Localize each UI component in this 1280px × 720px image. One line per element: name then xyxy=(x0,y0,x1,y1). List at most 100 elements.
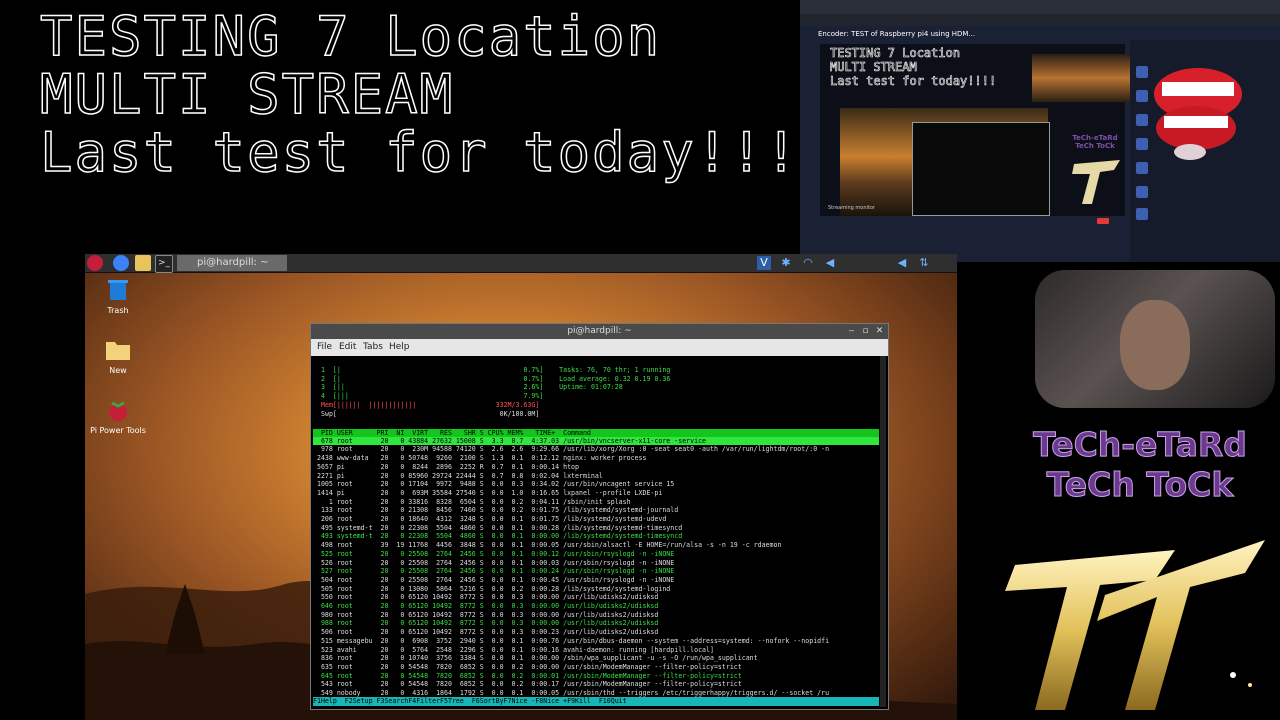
process-row[interactable]: 206 root 20 0 18640 4312 3248 S 0.0 0.1 … xyxy=(313,515,666,524)
process-row[interactable]: 515 messagebu 20 0 6908 3752 2940 S 0.0 … xyxy=(313,637,829,646)
tt-logo-icon xyxy=(1005,540,1265,710)
menu-file[interactable]: File xyxy=(317,342,332,352)
terminal-icon[interactable]: >_ xyxy=(155,255,173,273)
volume-icon[interactable]: ◀ xyxy=(823,256,837,270)
browser-icon[interactable] xyxy=(113,255,129,271)
desktop-icon-label: New xyxy=(109,366,127,375)
encoder-preview-text: TESTING 7 Location MULTI STREAM Last tes… xyxy=(830,46,997,89)
swap-meter: Swp[ 0K/100.0M] xyxy=(321,409,540,418)
process-row[interactable]: 527 root 20 0 25508 2764 2456 S 0.0 0.1 … xyxy=(313,567,674,576)
wifi-icon[interactable]: ◠ xyxy=(801,256,815,270)
vnc-icon[interactable]: V xyxy=(757,256,771,270)
process-row[interactable]: 980 root 20 0 65120 10492 8772 S 0.0 0.3… xyxy=(313,611,658,620)
encoder-logo-icon xyxy=(1072,160,1120,204)
process-row[interactable]: 635 root 20 0 54548 7820 6852 S 0.0 0.2 … xyxy=(313,663,742,672)
terminal-window: pi@hardpill: ~ ‒ ▫ ✕ File Edit Tabs Help… xyxy=(310,323,889,710)
process-row[interactable]: 493 systemd-t 20 0 22308 5504 4860 S 0.0… xyxy=(313,532,682,541)
encoder-panel: Encoder: TEST of Raspberry pi4 using HDM… xyxy=(800,0,1280,262)
chat-item xyxy=(1136,206,1276,224)
close-icon[interactable]: ✕ xyxy=(875,327,884,336)
process-table-header[interactable]: PID USER PRI NI VIRT RES SHR S CPU% MEM%… xyxy=(313,429,879,437)
menu-help[interactable]: Help xyxy=(389,342,410,352)
cpu-meter-2: 2 [| 0.7%] Load average: 0.32 0.19 0.36 xyxy=(321,374,671,383)
process-row[interactable]: 526 root 20 0 25508 2764 2456 S 0.0 0.1 … xyxy=(313,559,674,568)
process-row[interactable]: 498 root 39 19 11768 4456 3848 S 0.0 0.1… xyxy=(313,541,782,550)
headline: TESTING 7 Location MULTI STREAM Last test … xyxy=(39,5,834,184)
brand-title-line1: TeCh-eTaRd xyxy=(1033,425,1248,465)
process-row[interactable]: 2438 www-data 20 0 50748 9260 2100 S 1.3… xyxy=(313,454,647,463)
minimize-icon[interactable]: ‒ xyxy=(847,327,856,336)
bluetooth-icon[interactable]: ✱ xyxy=(779,256,793,270)
headline-line2: MULTI STREAM xyxy=(39,63,455,126)
encoder-brand: TeCh-eTaRd TeCh ToCk xyxy=(1066,134,1124,150)
encoder-stats xyxy=(818,224,1138,258)
terminal-menubar: File Edit Tabs Help xyxy=(311,339,888,356)
htop-output[interactable]: 1 [| 0.7%] Tasks: 76, 70 thr; 1 running … xyxy=(313,356,879,707)
desktop-icon-trash[interactable]: Trash xyxy=(85,278,153,315)
taskbar-task-label: pi@hardpill: ~ xyxy=(197,257,269,268)
browser-url-bar[interactable] xyxy=(800,14,1280,26)
process-row[interactable]: 1414 pi 20 0 693M 35584 27540 S 0.0 1.0 … xyxy=(313,489,662,498)
headline-line1: TESTING 7 Location xyxy=(39,5,662,68)
process-row[interactable]: 523 avahi 20 0 5764 2548 2296 S 0.0 0.1 … xyxy=(313,646,714,655)
terminal-scrollbar[interactable] xyxy=(880,356,886,707)
terminal-titlebar[interactable]: pi@hardpill: ~ ‒ ▫ ✕ xyxy=(311,324,888,339)
process-row[interactable]: 495 systemd-t 20 0 22308 5504 4860 S 0.0… xyxy=(313,524,682,533)
process-row[interactable]: 2271 pi 20 0 85960 29724 22444 S 0.7 0.8… xyxy=(313,472,603,481)
brand-title-line2: TeCh ToCk xyxy=(1046,465,1234,505)
desktop-icon-pi-power-tools[interactable]: Pi Power Tools xyxy=(85,398,153,435)
cpu-meter-1: 1 [| 0.7%] Tasks: 76, 70 thr; 1 running xyxy=(321,366,671,374)
process-row[interactable]: 505 root 20 0 13080 5864 5216 S 0.0 0.2 … xyxy=(313,585,670,594)
process-row[interactable]: 543 root 20 0 54548 7820 6852 S 0.0 0.2 … xyxy=(313,680,742,689)
process-row[interactable]: 1005 root 20 0 17104 9972 9488 S 0.0 0.3… xyxy=(313,480,674,489)
process-row[interactable]: 550 root 20 0 65120 10492 8772 S 0.0 0.3… xyxy=(313,593,658,602)
process-row[interactable]: 1 root 20 0 33816 8328 6504 S 0.0 0.2 0:… xyxy=(313,498,631,507)
mem-meter: Mem[|||||| |||||||||||| 332M/3.63G] xyxy=(321,400,540,409)
webcam-person xyxy=(1120,300,1190,390)
desktop-icon-new[interactable]: New xyxy=(85,338,153,375)
cpu-meter-4: 4 [||| 7.9%] xyxy=(321,392,544,401)
file-manager-icon[interactable] xyxy=(135,255,151,271)
raspberry-icon xyxy=(109,401,127,421)
cpu-meter-3: 3 [|| 2.6%] Uptime: 01:07:28 xyxy=(321,383,623,392)
headline-line3: Last test for today!!!! xyxy=(39,121,834,184)
maximize-icon[interactable]: ▫ xyxy=(861,327,870,336)
streaming-label: Streaming monitor xyxy=(828,205,875,211)
function-key-bar[interactable]: F1Help F2Setup F3SearchF4FilterF5Tree F6… xyxy=(313,697,879,706)
encoder-brand-line1: TeCh-eTaRd xyxy=(1072,134,1118,142)
process-row[interactable]: 836 root 20 0 10740 3756 3384 S 0.0 0.1 … xyxy=(313,654,758,663)
volume-tray-icon[interactable]: ◀ xyxy=(895,256,909,270)
chattering-teeth-icon xyxy=(1154,68,1242,160)
terminal-title: pi@hardpill: ~ xyxy=(567,326,632,336)
avatar xyxy=(1136,186,1148,198)
process-row[interactable]: 504 root 20 0 25508 2764 2456 S 0.0 0.1 … xyxy=(313,576,674,585)
process-row[interactable]: 646 root 20 0 65120 10492 8772 S 0.0 0.3… xyxy=(313,602,658,611)
encoder-thumbnail xyxy=(1032,54,1144,102)
avatar xyxy=(1136,208,1148,220)
menu-edit[interactable]: Edit xyxy=(339,342,356,352)
encoder-brand-line2: TeCh ToCk xyxy=(1075,142,1115,150)
taskbar-task-terminal[interactable]: pi@hardpill: ~ xyxy=(177,255,287,271)
process-row[interactable]: 133 root 20 0 21308 8456 7460 S 0.0 0.2 … xyxy=(313,506,678,515)
process-row[interactable]: 5657 pi 20 0 8244 2896 2252 R 0.7 0.1 0:… xyxy=(313,463,579,472)
taskbar: >_ pi@hardpill: ~ V ✱ ◠ ◀ ◀ ⇅ xyxy=(85,254,957,273)
process-row[interactable]: 506 root 20 0 65120 10492 8772 S 0.0 0.3… xyxy=(313,628,658,637)
encoder-terminal-thumb xyxy=(912,122,1050,216)
browser-tab-strip[interactable] xyxy=(800,0,1280,14)
webcam-feed xyxy=(1035,270,1275,408)
desktop-icon-label: Trash xyxy=(107,306,129,315)
process-row[interactable]: 525 root 20 0 25508 2764 2456 S 0.0 0.1 … xyxy=(313,550,674,559)
raspberry-menu-icon[interactable] xyxy=(87,255,103,271)
network-icon[interactable]: ⇅ xyxy=(917,256,931,270)
encoder-title: Encoder: TEST of Raspberry pi4 using HDM… xyxy=(818,30,976,38)
trash-icon xyxy=(108,280,128,300)
folder-icon xyxy=(106,342,130,360)
process-row[interactable]: 978 root 20 0 230M 94588 74120 S 2.6 2.6… xyxy=(313,445,829,454)
process-row[interactable]: 645 root 20 0 54548 7820 6852 S 0.0 0.2 … xyxy=(313,672,742,681)
process-row-selected[interactable]: 678 root 20 0 43884 27632 15008 S 3.3 0.… xyxy=(313,437,879,445)
chat-item xyxy=(1136,184,1276,202)
process-row[interactable]: 988 root 20 0 65120 10492 8772 S 0.0 0.3… xyxy=(313,619,658,628)
encoder-preview: TESTING 7 Location MULTI STREAM Last tes… xyxy=(820,44,1144,216)
menu-tabs[interactable]: Tabs xyxy=(363,342,383,352)
desktop-icon-label: Pi Power Tools xyxy=(90,426,146,435)
